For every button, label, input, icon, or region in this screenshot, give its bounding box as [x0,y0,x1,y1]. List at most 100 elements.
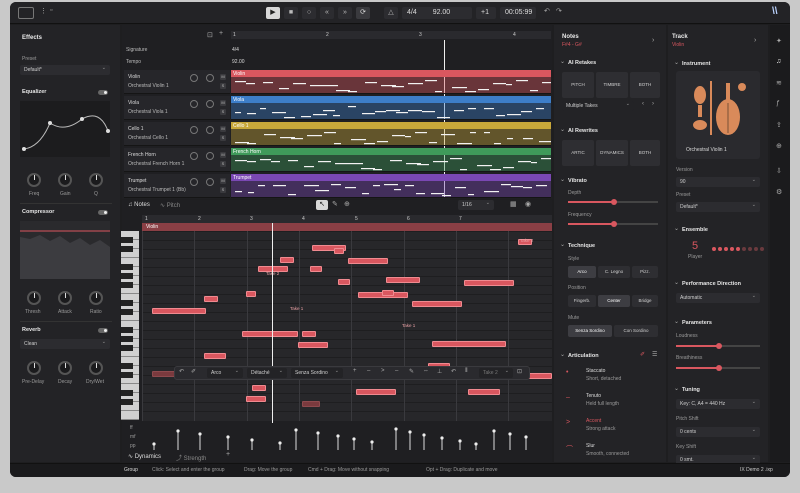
marker-button[interactable]: +1 [476,7,496,19]
solo-button[interactable]: S [220,135,226,141]
pencil-icon[interactable]: ✎ [332,200,338,208]
velocity-point[interactable] [524,435,528,439]
fx-icon[interactable]: ƒ [776,100,780,107]
velocity-point[interactable] [492,429,496,433]
mute-button[interactable]: M [220,178,226,184]
velocity-point[interactable] [152,442,156,446]
player-dot[interactable] [754,247,758,251]
forward-button[interactable]: » [338,7,352,19]
dash-icon[interactable]: – [367,368,370,374]
velocity-point[interactable] [278,441,282,445]
rewrite-dynamics-button[interactable]: DYNAMICS [596,140,628,166]
stop-button[interactable]: ■ [284,7,298,19]
vibrato-frequency-slider[interactable] [568,221,658,227]
piano-key-black[interactable] [121,399,133,405]
volume-knob[interactable] [190,152,198,160]
note[interactable] [310,266,322,272]
piano-key-black[interactable] [121,264,133,270]
globe-icon[interactable]: ⊕ [776,142,782,150]
chevron-down-icon[interactable]: ⌄ [560,58,565,65]
pitch-shift-stepper[interactable]: 0 cents [676,425,760,437]
record-button[interactable]: ○ [302,7,316,19]
rewrite-both-button[interactable]: BOTH [630,140,660,166]
piano-key-black[interactable] [121,363,133,369]
metronome-icon[interactable]: △ [384,7,398,19]
note[interactable] [334,248,344,254]
time-signature-tempo[interactable]: 4/4 92.00 [402,7,472,19]
take-select[interactable]: Take 2 [479,366,513,378]
velocity-point[interactable] [508,432,512,436]
player-dot[interactable] [760,247,764,251]
sidebar-toggle-icon[interactable] [18,7,34,19]
piano-key-black[interactable] [121,345,133,351]
velocity-point[interactable] [474,442,478,446]
pan-knob[interactable] [206,74,214,82]
track-header[interactable]: Trumpet Orchestral Trumpet 1 (Bb) M S [124,174,230,198]
download-icon[interactable]: ⇩ [776,167,782,175]
note[interactable] [246,396,266,402]
brush-icon[interactable]: ✐ [640,351,645,358]
style-pizz-button[interactable]: Pizz. [632,266,658,278]
bars-icon[interactable]: ⫴ [465,368,468,375]
volume-knob[interactable] [190,74,198,82]
velocity-point[interactable] [176,429,180,433]
articulation-item[interactable]: ⌒ Slur Smooth, connected [562,440,660,462]
chevron-down-icon[interactable]: ⌄ [560,351,565,358]
chevron-down-icon[interactable]: ⌄ [674,59,679,66]
mute-select[interactable]: Senza Sordino [291,366,343,378]
mute-button[interactable]: M [220,100,226,106]
stroke-select[interactable]: Détaché [247,366,287,378]
expand-icon[interactable]: ⊡ [517,368,522,375]
tab-pitch[interactable]: ∿ Pitch [160,202,180,209]
more-icon[interactable]: ⋮ [40,7,47,15]
tempo-value[interactable]: 92.00 [232,59,245,65]
eq-gain-knob[interactable] [58,173,72,187]
track-lane[interactable]: French Horn [231,148,551,172]
chevron-down-icon[interactable]: ⌄ [560,126,565,133]
list-icon[interactable]: ☰ [652,351,657,358]
equalizer-toggle[interactable] [98,90,108,95]
track-header[interactable]: Cello 1 Orchestral Cello 1 MS [124,122,230,146]
undo-icon[interactable]: ↶ [179,368,184,375]
stack-icon[interactable]: ≋ [776,79,782,87]
volume-knob[interactable] [190,100,198,108]
note[interactable] [280,257,294,263]
reverb-type-select[interactable]: Clean [20,337,110,349]
eq-curve[interactable] [20,101,110,157]
note[interactable] [468,389,500,395]
tab-dynamics[interactable]: ∿ Dynamics [128,453,161,460]
reverb-decay-knob[interactable] [58,361,72,375]
quantize-select[interactable]: 1/16 [458,198,494,210]
piano-key-black[interactable] [121,273,133,279]
comp-attack-knob[interactable] [58,291,72,305]
volume-knob[interactable] [190,178,198,186]
add-track-icon[interactable]: + [219,30,223,37]
note[interactable] [252,385,266,391]
pan-knob[interactable] [206,100,214,108]
split-icon[interactable]: ⊥ [437,368,442,375]
performance-select[interactable]: Automatic [676,291,760,303]
player-dot[interactable] [724,247,728,251]
instrument-card[interactable]: Orchestral Violin 1 [676,71,760,159]
reverb-predelay-knob[interactable] [27,361,41,375]
rewind-button[interactable]: « [320,7,334,19]
track-lane[interactable]: Cello 1 [231,122,551,146]
accent-icon[interactable]: > [381,368,385,374]
player-dot[interactable] [730,247,734,251]
chevron-down-icon[interactable]: ⌄ [674,279,679,286]
chevron-down-icon[interactable]: ⌄ [560,241,565,248]
note[interactable] [204,296,218,302]
velocity-point[interactable] [294,428,298,432]
chevron-right-icon[interactable]: › [754,37,756,44]
arrange-ruler[interactable]: 1 2 3 4 [231,31,551,39]
piano-key-black[interactable] [121,372,133,378]
note[interactable] [302,401,320,407]
preset-select[interactable]: Default* [20,63,110,75]
undo-icon[interactable]: ↶ [544,7,550,15]
note[interactable] [356,389,396,395]
chevron-down-icon[interactable]: ⌄ [560,176,565,183]
articulation-item[interactable]: > Accent Strong attack [562,415,660,437]
solo-button[interactable]: S [220,187,226,193]
velocity-point[interactable] [370,440,374,444]
style-arco-button[interactable]: Arco [568,266,596,278]
